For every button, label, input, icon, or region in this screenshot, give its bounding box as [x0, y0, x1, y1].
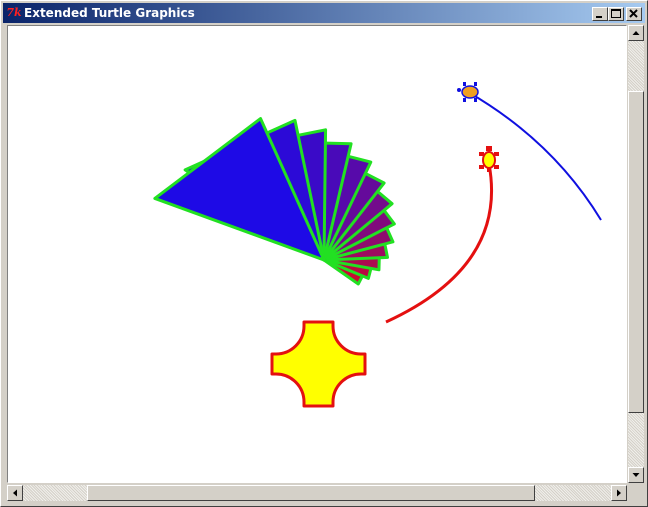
close-icon: [629, 9, 638, 18]
scroll-right-button[interactable]: [611, 485, 627, 501]
scrollbar-corner: [628, 485, 644, 501]
horizontal-scrollbar[interactable]: [7, 485, 627, 501]
app-window: 7k Extended Turtle Graphics: [0, 0, 648, 507]
scroll-down-button[interactable]: [628, 467, 644, 483]
triangle-fan-shape: [153, 117, 396, 286]
arrow-left-icon: [13, 489, 17, 497]
close-button[interactable]: [626, 7, 642, 21]
arrow-right-icon: [617, 489, 621, 497]
minimize-button[interactable]: [592, 7, 608, 21]
window-title: Extended Turtle Graphics: [24, 6, 195, 20]
red-turtle-trail: [385, 163, 494, 324]
horizontal-scroll-thumb[interactable]: [87, 485, 535, 501]
scroll-up-button[interactable]: [628, 25, 644, 41]
vertical-scroll-thumb[interactable]: [628, 91, 644, 413]
maximize-icon: [611, 9, 621, 18]
arrow-up-icon: [632, 31, 640, 35]
drawing-surface: [153, 82, 602, 408]
blue-turtle: [457, 82, 479, 102]
maximize-button[interactable]: [608, 7, 624, 21]
title-bar[interactable]: 7k Extended Turtle Graphics: [3, 3, 645, 23]
cross-shape: [270, 320, 367, 408]
scroll-left-button[interactable]: [7, 485, 23, 501]
red-turtle: [479, 146, 499, 172]
turtle-canvas[interactable]: [7, 25, 627, 483]
tk-icon[interactable]: 7k: [6, 6, 22, 20]
arrow-down-icon: [632, 473, 640, 477]
minimize-icon: [596, 16, 602, 18]
vertical-scrollbar[interactable]: [628, 25, 644, 483]
